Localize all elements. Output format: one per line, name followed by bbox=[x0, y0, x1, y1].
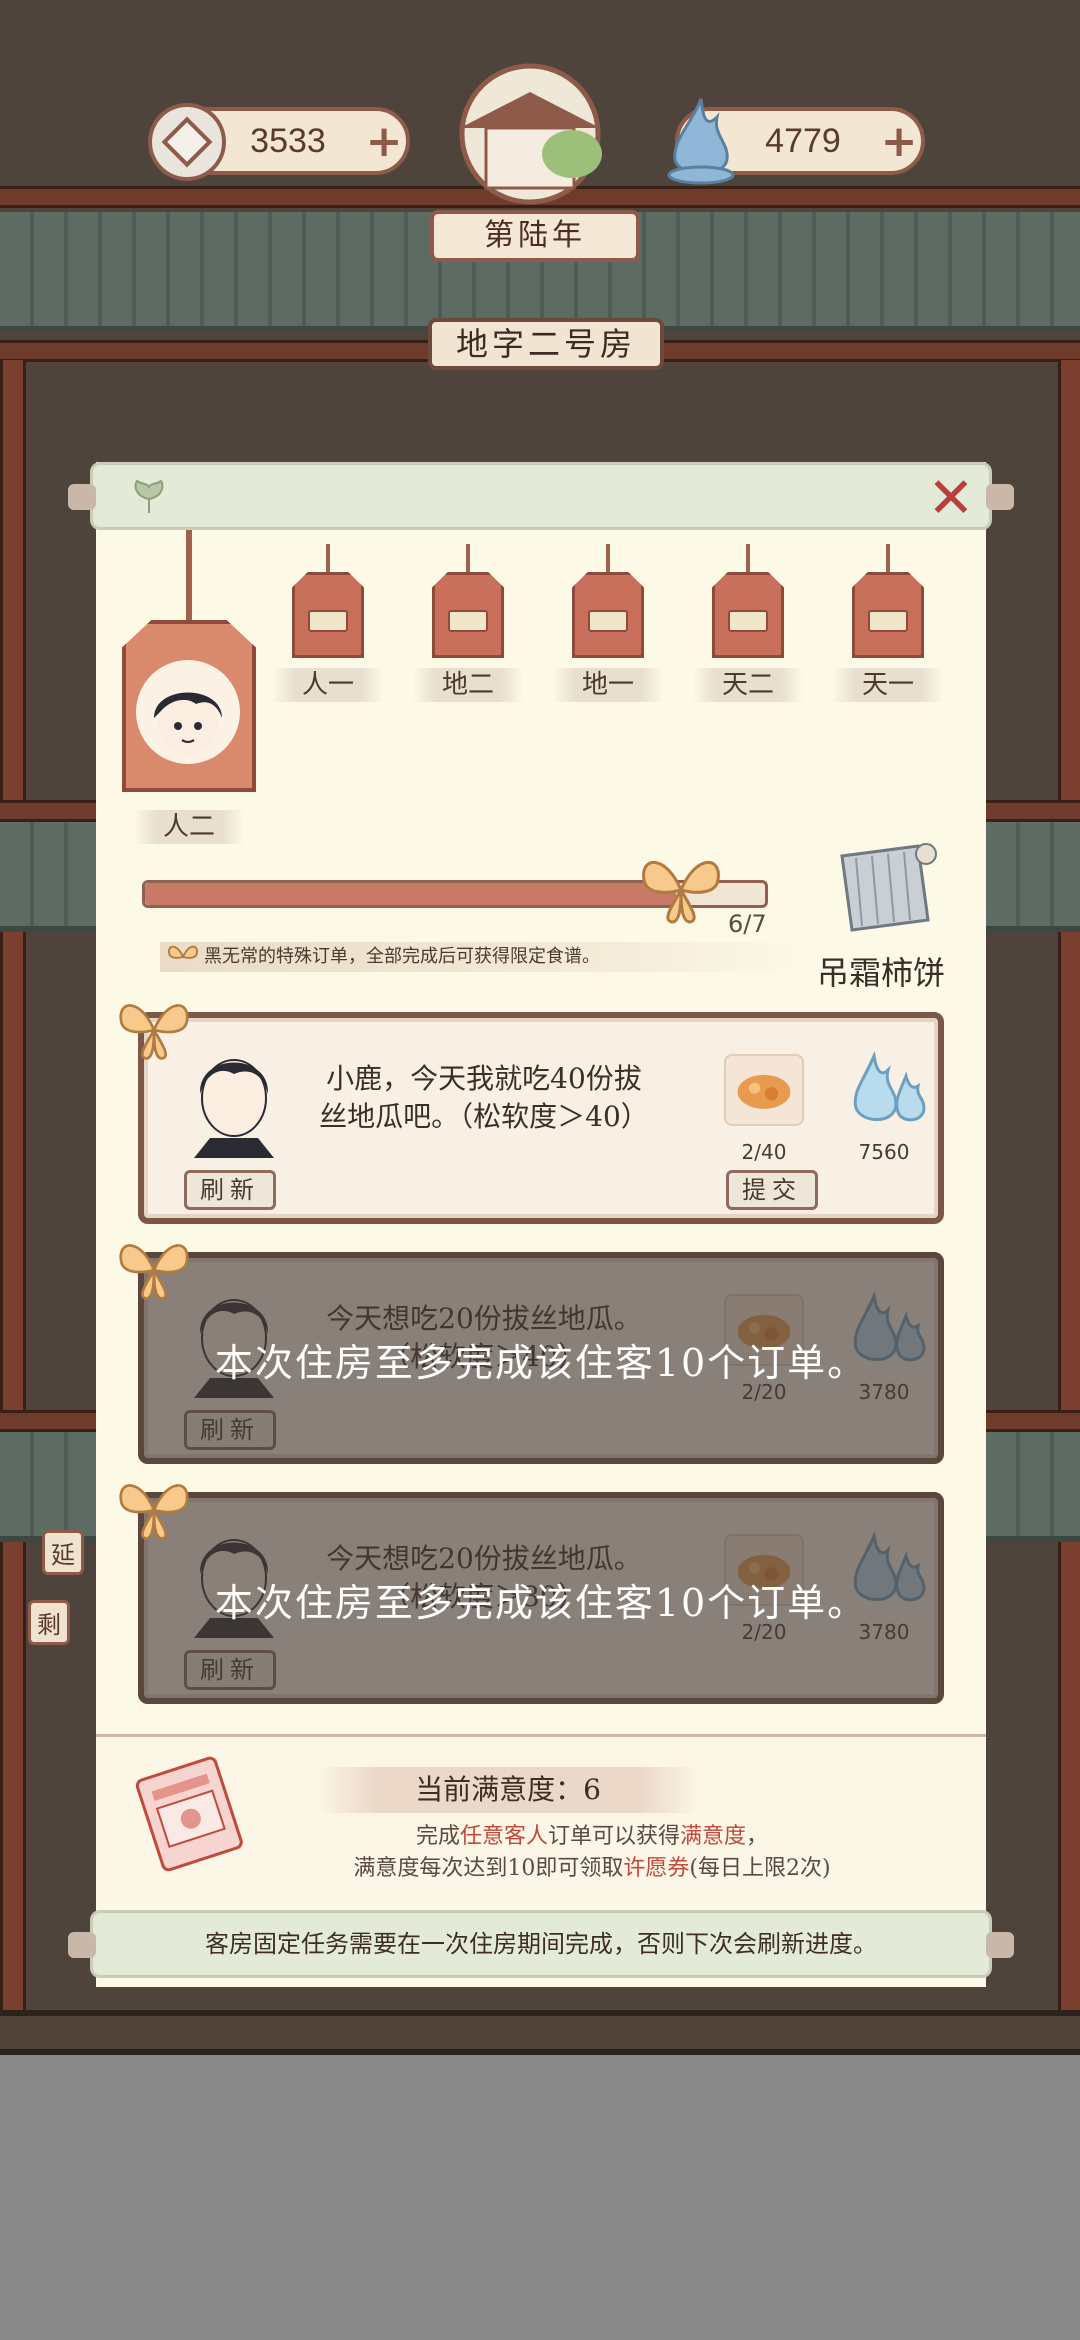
house-emblem-icon bbox=[459, 63, 602, 205]
tier-tag-3[interactable] bbox=[572, 544, 644, 658]
butterfly-icon bbox=[119, 1004, 189, 1060]
tier-tag-1[interactable] bbox=[292, 544, 364, 658]
coin-value: 3533 bbox=[250, 121, 326, 160]
satisfaction-title: 当前满意度：6 bbox=[318, 1767, 698, 1813]
order-reward-value: 7560 bbox=[858, 1140, 910, 1164]
current-tier-tag bbox=[122, 530, 256, 792]
tier-tag-2[interactable] bbox=[432, 544, 504, 658]
soul-value: 4779 bbox=[765, 121, 841, 160]
small-butterfly-icon bbox=[168, 945, 198, 959]
submit-button[interactable]: 提交 bbox=[726, 1170, 818, 1210]
modal-header-scroll: ✕ bbox=[90, 462, 992, 530]
tier-label-5: 天一 bbox=[833, 668, 943, 702]
soul-reward-icon bbox=[853, 1050, 926, 1122]
scroll-rod-left-bottom bbox=[68, 1932, 96, 1958]
order-limit-message: 本次住房至多完成该住客10个订单。 bbox=[214, 1341, 868, 1385]
tier-label-4: 天二 bbox=[693, 668, 803, 702]
side-tag-extend[interactable]: 延 bbox=[42, 1530, 84, 1575]
tier-label-2: 地二 bbox=[413, 668, 523, 702]
tier-label-3: 地一 bbox=[553, 668, 663, 702]
satisfaction-panel: 当前满意度：6 完成任意客人订单可以获得满意度， 满意度每次达到10即可领取许愿… bbox=[96, 1734, 986, 1904]
special-order-note: 黑无常的特殊订单，全部完成后可获得限定食谱。 bbox=[160, 942, 800, 972]
scroll-rod-left bbox=[68, 484, 96, 510]
add-souls-button[interactable]: + bbox=[877, 116, 921, 167]
scroll-rod-right-bottom bbox=[986, 1932, 1014, 1958]
tier-label-1: 人一 bbox=[273, 668, 383, 702]
footer-notice: 客房固定任务需要在一次住房期间完成，否则下次会刷新进度。 bbox=[90, 1910, 992, 1978]
order-card-1: 小鹿，今天我就吃40份拔丝地瓜吧。（松软度＞40） 刷新 2/40 7560 提… bbox=[138, 1012, 944, 1224]
tier-tag-4[interactable] bbox=[712, 544, 784, 658]
close-icon[interactable]: ✕ bbox=[923, 471, 979, 527]
current-tier-label: 人二 bbox=[134, 810, 244, 844]
ginkgo-leaf-icon bbox=[134, 479, 164, 513]
butterfly-icon bbox=[119, 1244, 189, 1300]
guest-portrait bbox=[194, 1059, 274, 1158]
tier-tag-5[interactable] bbox=[852, 544, 924, 658]
order-request-text: 小鹿，今天我就吃40份拔丝地瓜吧。（松软度＞40） bbox=[319, 1062, 649, 1133]
add-coins-button[interactable]: + bbox=[362, 116, 406, 167]
refresh-button[interactable]: 刷新 bbox=[184, 1410, 276, 1450]
side-tag-remaining: 剩 bbox=[28, 1600, 70, 1645]
sweet-potato-dish-icon bbox=[724, 1054, 804, 1126]
order-progress-text: 6/7 bbox=[728, 910, 767, 938]
soul-flame-icon bbox=[667, 98, 735, 185]
note-text: 黑无常的特殊订单，全部完成后可获得限定食谱。 bbox=[204, 946, 600, 967]
year-label: 第陆年 bbox=[430, 210, 640, 262]
guest-avatar bbox=[136, 660, 240, 764]
coin-counter: 3533 + bbox=[148, 103, 410, 181]
order-progress-fill bbox=[145, 883, 677, 905]
order-count: 2/40 bbox=[741, 1140, 787, 1164]
butterfly-icon bbox=[642, 861, 720, 924]
order-limit-message: 本次住房至多完成该住客10个订单。 bbox=[214, 1581, 868, 1625]
room-label: 地字二号房 bbox=[428, 318, 664, 370]
scroll-rod-right bbox=[986, 484, 1014, 510]
special-order-modal: ✕ 人二 人一 地二 地一 天二 天一 6/7 黑无常的特殊订单，全部完成后可获… bbox=[68, 462, 1014, 1987]
satisfaction-description: 完成任意客人订单可以获得满意度， 满意度每次达到10即可领取许愿券(每日上限2次… bbox=[353, 1824, 831, 1881]
refresh-button[interactable]: 刷新 bbox=[184, 1650, 276, 1690]
coin-icon bbox=[148, 103, 226, 181]
wish-ticket-icon bbox=[135, 1756, 243, 1872]
recipe-scroll-icon bbox=[840, 843, 937, 932]
reward-recipe-name: 吊霜柿饼 bbox=[816, 954, 945, 992]
butterfly-icon bbox=[119, 1484, 189, 1540]
refresh-button[interactable]: 刷新 bbox=[184, 1170, 276, 1210]
soul-counter: 4779 + bbox=[667, 98, 925, 185]
